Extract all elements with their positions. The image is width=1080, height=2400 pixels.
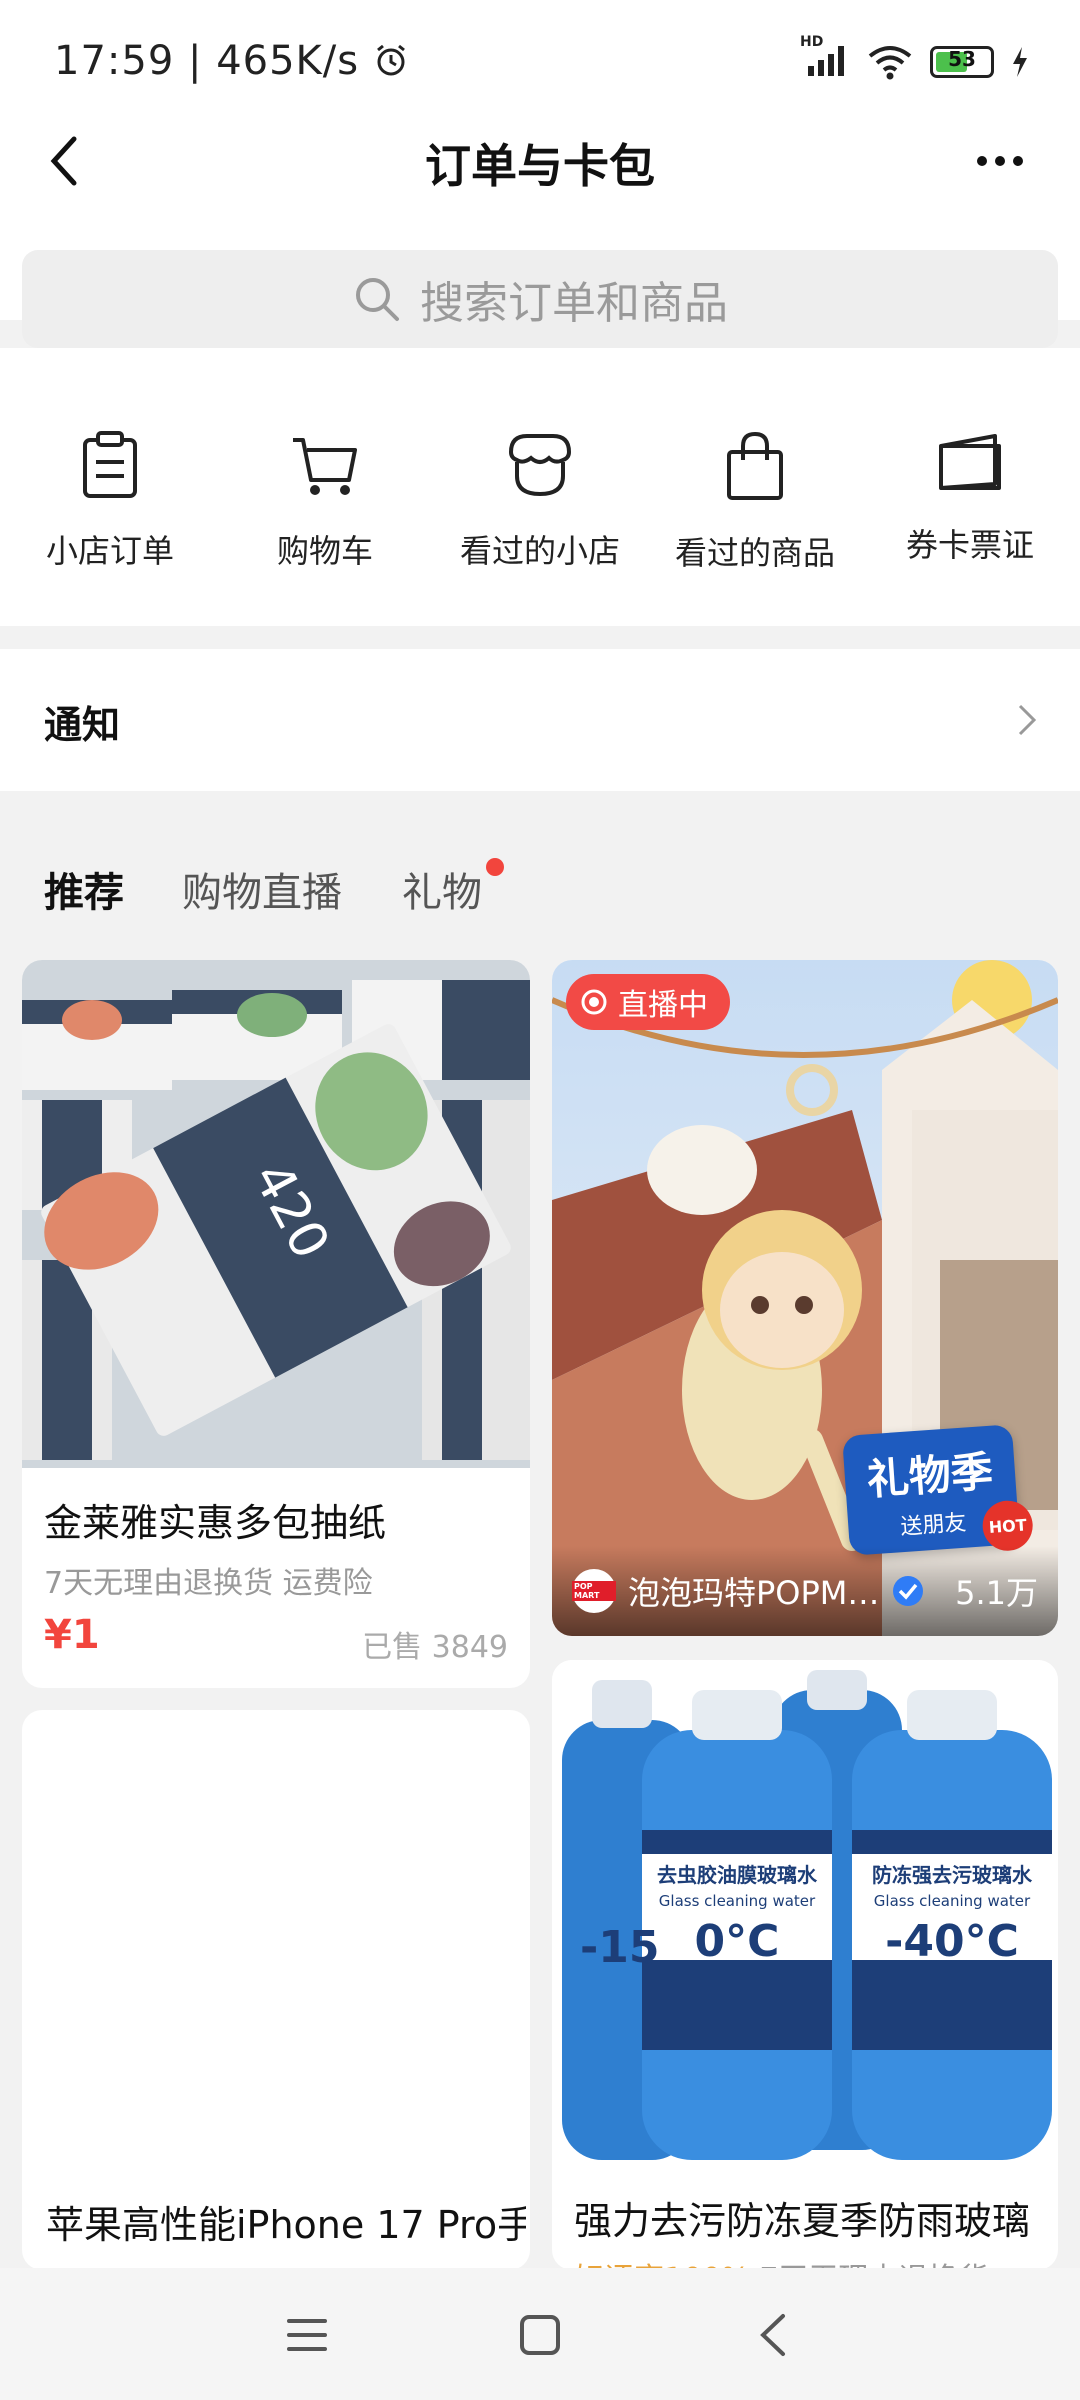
search-icon <box>356 278 399 321</box>
tab-recommend[interactable]: 推荐 <box>44 860 124 918</box>
product-service-tags: 7天无理由退换货 运费险 <box>44 1566 373 1601</box>
quick-entry-label: 看过的小店 <box>459 532 620 570</box>
alarm-icon <box>376 44 405 76</box>
status-net-speed: 465K/s <box>216 38 360 84</box>
network-label: HD <box>800 34 824 50</box>
product-image-tissue: 420 <box>22 960 530 1468</box>
more-icon-dot <box>995 156 1005 166</box>
signal-icon: HD <box>800 34 850 82</box>
tab-gifts-badge <box>486 858 504 876</box>
live-viewer-count: 5.1万 <box>955 1574 1038 1612</box>
product-title: 苹果高性能iPhone 17 Pro手 <box>46 2203 526 2247</box>
home-square-icon <box>520 2315 560 2355</box>
live-dot-icon <box>581 989 607 1015</box>
gift-season-tag: 礼物季 送朋友 HOT <box>842 1424 1035 1556</box>
more-button[interactable] <box>960 125 1040 197</box>
notify-label: 通知 <box>44 703 121 747</box>
shop-logo-text: POP MART <box>572 1581 616 1601</box>
cart-icon <box>293 438 357 495</box>
product-card-phone[interactable]: 苹果高性能iPhone 17 Pro手 <box>22 1710 530 2270</box>
shop-name: 泡泡玛特POPM… <box>628 1574 880 1612</box>
quick-entry-viewed-items[interactable]: 看过的商品 <box>655 430 855 574</box>
status-time: 17:59 <box>54 38 175 84</box>
verified-icon <box>893 1576 924 1606</box>
shop-icon <box>508 434 572 497</box>
more-icon-dot <box>1013 156 1023 166</box>
product-price: ¥1 <box>44 1612 100 1658</box>
search-bar[interactable]: 搜索订单和商品 <box>22 250 1058 348</box>
gift-season-label: 礼物季 <box>865 1446 995 1504</box>
bottle-name: 防冻强去污玻璃水 <box>872 1863 1033 1887</box>
bottle-name: 去虫胶油膜玻璃水 <box>657 1863 818 1887</box>
tab-shopping-live[interactable]: 购物直播 <box>182 860 342 918</box>
quick-entry-label: 购物车 <box>276 532 373 570</box>
live-shop-row: POP MART 泡泡玛特POPM… 5.1万 <box>552 1546 1058 1636</box>
system-back-button[interactable] <box>728 2295 818 2375</box>
search-placeholder: 搜索订单和商品 <box>420 278 728 329</box>
product-sold-count: 已售 3849 <box>362 1630 508 1665</box>
quick-entry-label: 小店订单 <box>45 532 174 570</box>
recents-button[interactable] <box>262 2295 352 2375</box>
charging-icon <box>1013 47 1027 77</box>
product-card-tissue[interactable]: 420 金莱雅实惠多包抽纸 7天无理由退换货 运费险 ¥1 已售 3849 <box>22 960 530 1688</box>
bottle-temp: 0°C <box>695 1916 780 1967</box>
tab-gifts[interactable]: 礼物 <box>402 860 482 918</box>
battery-icon: 53 <box>930 46 994 78</box>
gift-season-sub: 送朋友 <box>899 1510 968 1540</box>
quick-entry-label: 看过的商品 <box>674 534 835 572</box>
live-badge-label: 直播中 <box>618 988 708 1023</box>
page-title: 订单与卡包 <box>425 139 655 193</box>
menu-icon <box>287 2319 327 2351</box>
notify-row[interactable] <box>0 649 1080 791</box>
more-icon <box>977 156 987 166</box>
product-image-glass-cleaner: 去虫胶油膜玻璃水 Glass cleaning water 0°C 防冻强去污玻… <box>552 1660 1058 2166</box>
bottle-sub: Glass cleaning water <box>874 1892 1031 1910</box>
quick-entry-viewed-shops[interactable]: 看过的小店 <box>440 430 640 572</box>
wifi-icon <box>868 46 912 80</box>
quick-entry-shop-orders[interactable]: 小店订单 <box>10 430 210 572</box>
quick-entry-label: 券卡票证 <box>905 526 1034 564</box>
product-title: 强力去污防冻夏季防雨玻璃 <box>574 2199 1031 2243</box>
back-triangle-icon <box>760 2314 785 2356</box>
quick-entry-cart[interactable]: 购物车 <box>225 430 425 572</box>
chevron-right-icon <box>1018 704 1037 736</box>
product-card-glass-cleaner[interactable]: 去虫胶油膜玻璃水 Glass cleaning water 0°C 防冻强去污玻… <box>552 1660 1058 2270</box>
status-indicators: HD 53 <box>800 34 1030 84</box>
home-button[interactable] <box>495 2295 585 2375</box>
product-title: 金莱雅实惠多包抽纸 <box>44 1501 387 1545</box>
bottle-sub: Glass cleaning water <box>659 1892 816 1910</box>
live-badge: 直播中 <box>566 974 730 1030</box>
bottle-temp: -15 <box>580 1922 660 1973</box>
battery-level: 53 <box>948 47 976 71</box>
live-card-popmart[interactable]: 直播中 礼物季 送朋友 HOT POP MART 泡泡玛特POPM… 5.1万 <box>552 960 1058 1636</box>
shop-logo: POP MART <box>572 1569 616 1613</box>
bottle-temp: -40°C <box>885 1916 1019 1967</box>
status-time-speed: 17:59 | 465K/s <box>54 38 409 84</box>
wallet-icon <box>939 434 1001 490</box>
quick-entry-vouchers[interactable]: 券卡票证 <box>870 430 1070 566</box>
bag-icon <box>727 431 783 500</box>
clipboard-icon <box>83 431 137 498</box>
